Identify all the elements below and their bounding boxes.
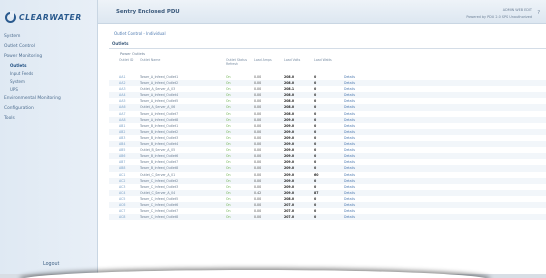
sidebar-item-system[interactable]: System (0, 32, 98, 42)
logo-mark-icon (5, 10, 16, 23)
sidebar-item-configuration[interactable]: Configuration (0, 104, 98, 114)
table-group-title: Power Outlets (120, 52, 146, 56)
sidebar-item-outlet-control[interactable]: Outlet Control (0, 42, 98, 52)
sidebar-item-environmental-monitoring[interactable]: Environmental Monitoring (0, 94, 98, 104)
logo[interactable]: CLEARWATER (5, 9, 93, 25)
details-link[interactable]: Details (343, 214, 546, 221)
table-row: AC8 Tower_C_Infeed_Outlet8 On 0.00 207.0 0 Det… (109, 214, 546, 221)
load-amps-cell: 0.00 (253, 214, 283, 221)
sidebar-item-ups[interactable]: UPS (0, 86, 98, 94)
sidebar-item-system[interactable]: System (0, 78, 98, 86)
outlets-table: Outlet ID Outlet Name Outlet Status Refres… (109, 58, 546, 221)
outlet-status-cell: On (225, 214, 253, 221)
section-title: Outlets (112, 41, 129, 46)
sidebar-nav: System Outlet Control Power Monitoring Outl… (0, 32, 98, 124)
outlets-table-panel: Power Outlets Outlet ID Outlet Name Outlet… (109, 48, 546, 278)
logout-button[interactable]: Logout (43, 262, 59, 267)
breadcrumb[interactable]: Outlet Control - Individual (114, 31, 166, 36)
outlet-name-cell: Tower_C_Infeed_Outlet8 (139, 214, 225, 221)
column-header: Outlet Status Refresh (226, 58, 248, 66)
header-user-info: ADMIN WEB EDIT (502, 8, 532, 12)
sidebar-item-input-feeds[interactable]: Input Feeds (0, 70, 98, 78)
header: Sentry Enclosed PDU ADMIN WEB EDIT Power… (98, 0, 546, 24)
column-header: Outlet Name (140, 58, 161, 62)
table-header-row: Outlet ID Outlet Name Outlet Status Refres… (109, 58, 546, 74)
sidebar-item-outlets[interactable]: Outlets (0, 62, 98, 70)
sidebar-item-power-monitoring[interactable]: Power Monitoring (0, 52, 98, 62)
sidebar: CLEARWATER System Outlet Control Power Mon… (0, 0, 98, 278)
header-system-info: Powered by PDU 2.0 SPS Unauthorized (466, 15, 532, 19)
help-icon[interactable]: ? (537, 10, 540, 16)
page-title: Sentry Enclosed PDU (116, 9, 180, 15)
load-watts-cell: 0 (313, 214, 343, 221)
outlet-id-cell[interactable]: AC8 (109, 214, 139, 221)
sidebar-item-tools[interactable]: Tools (0, 114, 98, 124)
column-header: Load Watts (314, 58, 332, 62)
column-header (343, 58, 546, 74)
header-status: ADMIN WEB EDIT Powered by PDU 2.0 SPS Un… (412, 4, 540, 20)
column-header: Outlet ID (119, 58, 134, 62)
logo-text: CLEARWATER (19, 12, 82, 22)
column-header: Load Amps (254, 58, 272, 62)
table-body: AA1 Tower_A_Infeed_Outlet1 On 0.00 208.0 0 Det… (109, 74, 546, 221)
load-volts-cell: 207.0 (283, 214, 313, 221)
column-header: Load Volts (284, 58, 301, 62)
